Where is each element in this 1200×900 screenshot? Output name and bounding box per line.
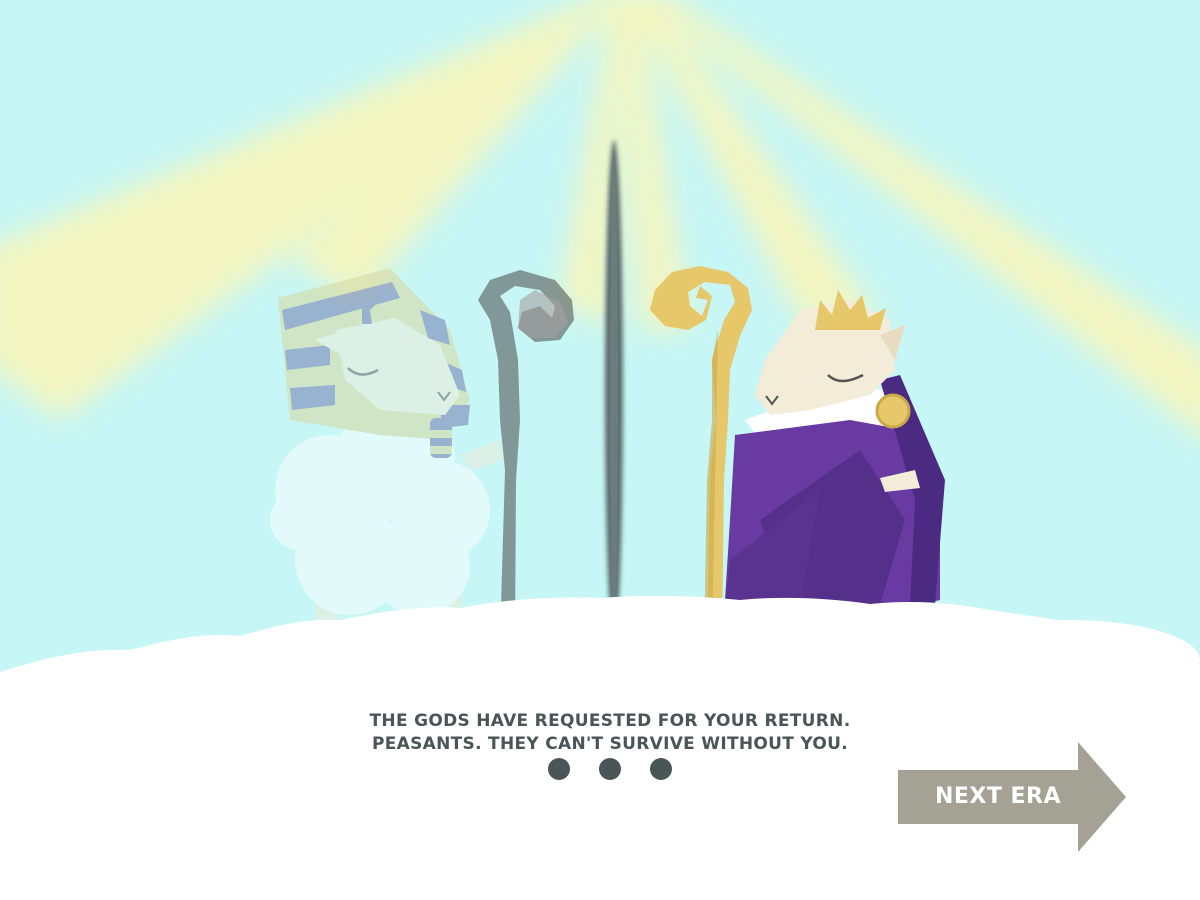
page-dot bbox=[650, 758, 672, 780]
page-dot bbox=[599, 758, 621, 780]
story-line-2: PEASANTS. THEY CAN'T SURVIVE WITHOUT YOU… bbox=[371, 734, 848, 754]
portal-rift bbox=[605, 140, 623, 640]
next-era-label: NEXT ERA bbox=[934, 784, 1062, 809]
brooch-icon bbox=[875, 393, 911, 429]
light-rays bbox=[0, 0, 1200, 435]
story-line-1: THE GODS HAVE REQUESTED FOR YOUR RETURN. bbox=[369, 711, 851, 731]
ghost-pharaoh-sheep bbox=[270, 268, 503, 638]
royal-sheep-with-crown bbox=[725, 290, 945, 640]
story-caption: THE GODS HAVE REQUESTED FOR YOUR RETURN.… bbox=[340, 710, 880, 756]
next-era-button[interactable]: NEXT ERA bbox=[898, 742, 1126, 852]
page-dot bbox=[548, 758, 570, 780]
page-indicator bbox=[540, 758, 680, 784]
